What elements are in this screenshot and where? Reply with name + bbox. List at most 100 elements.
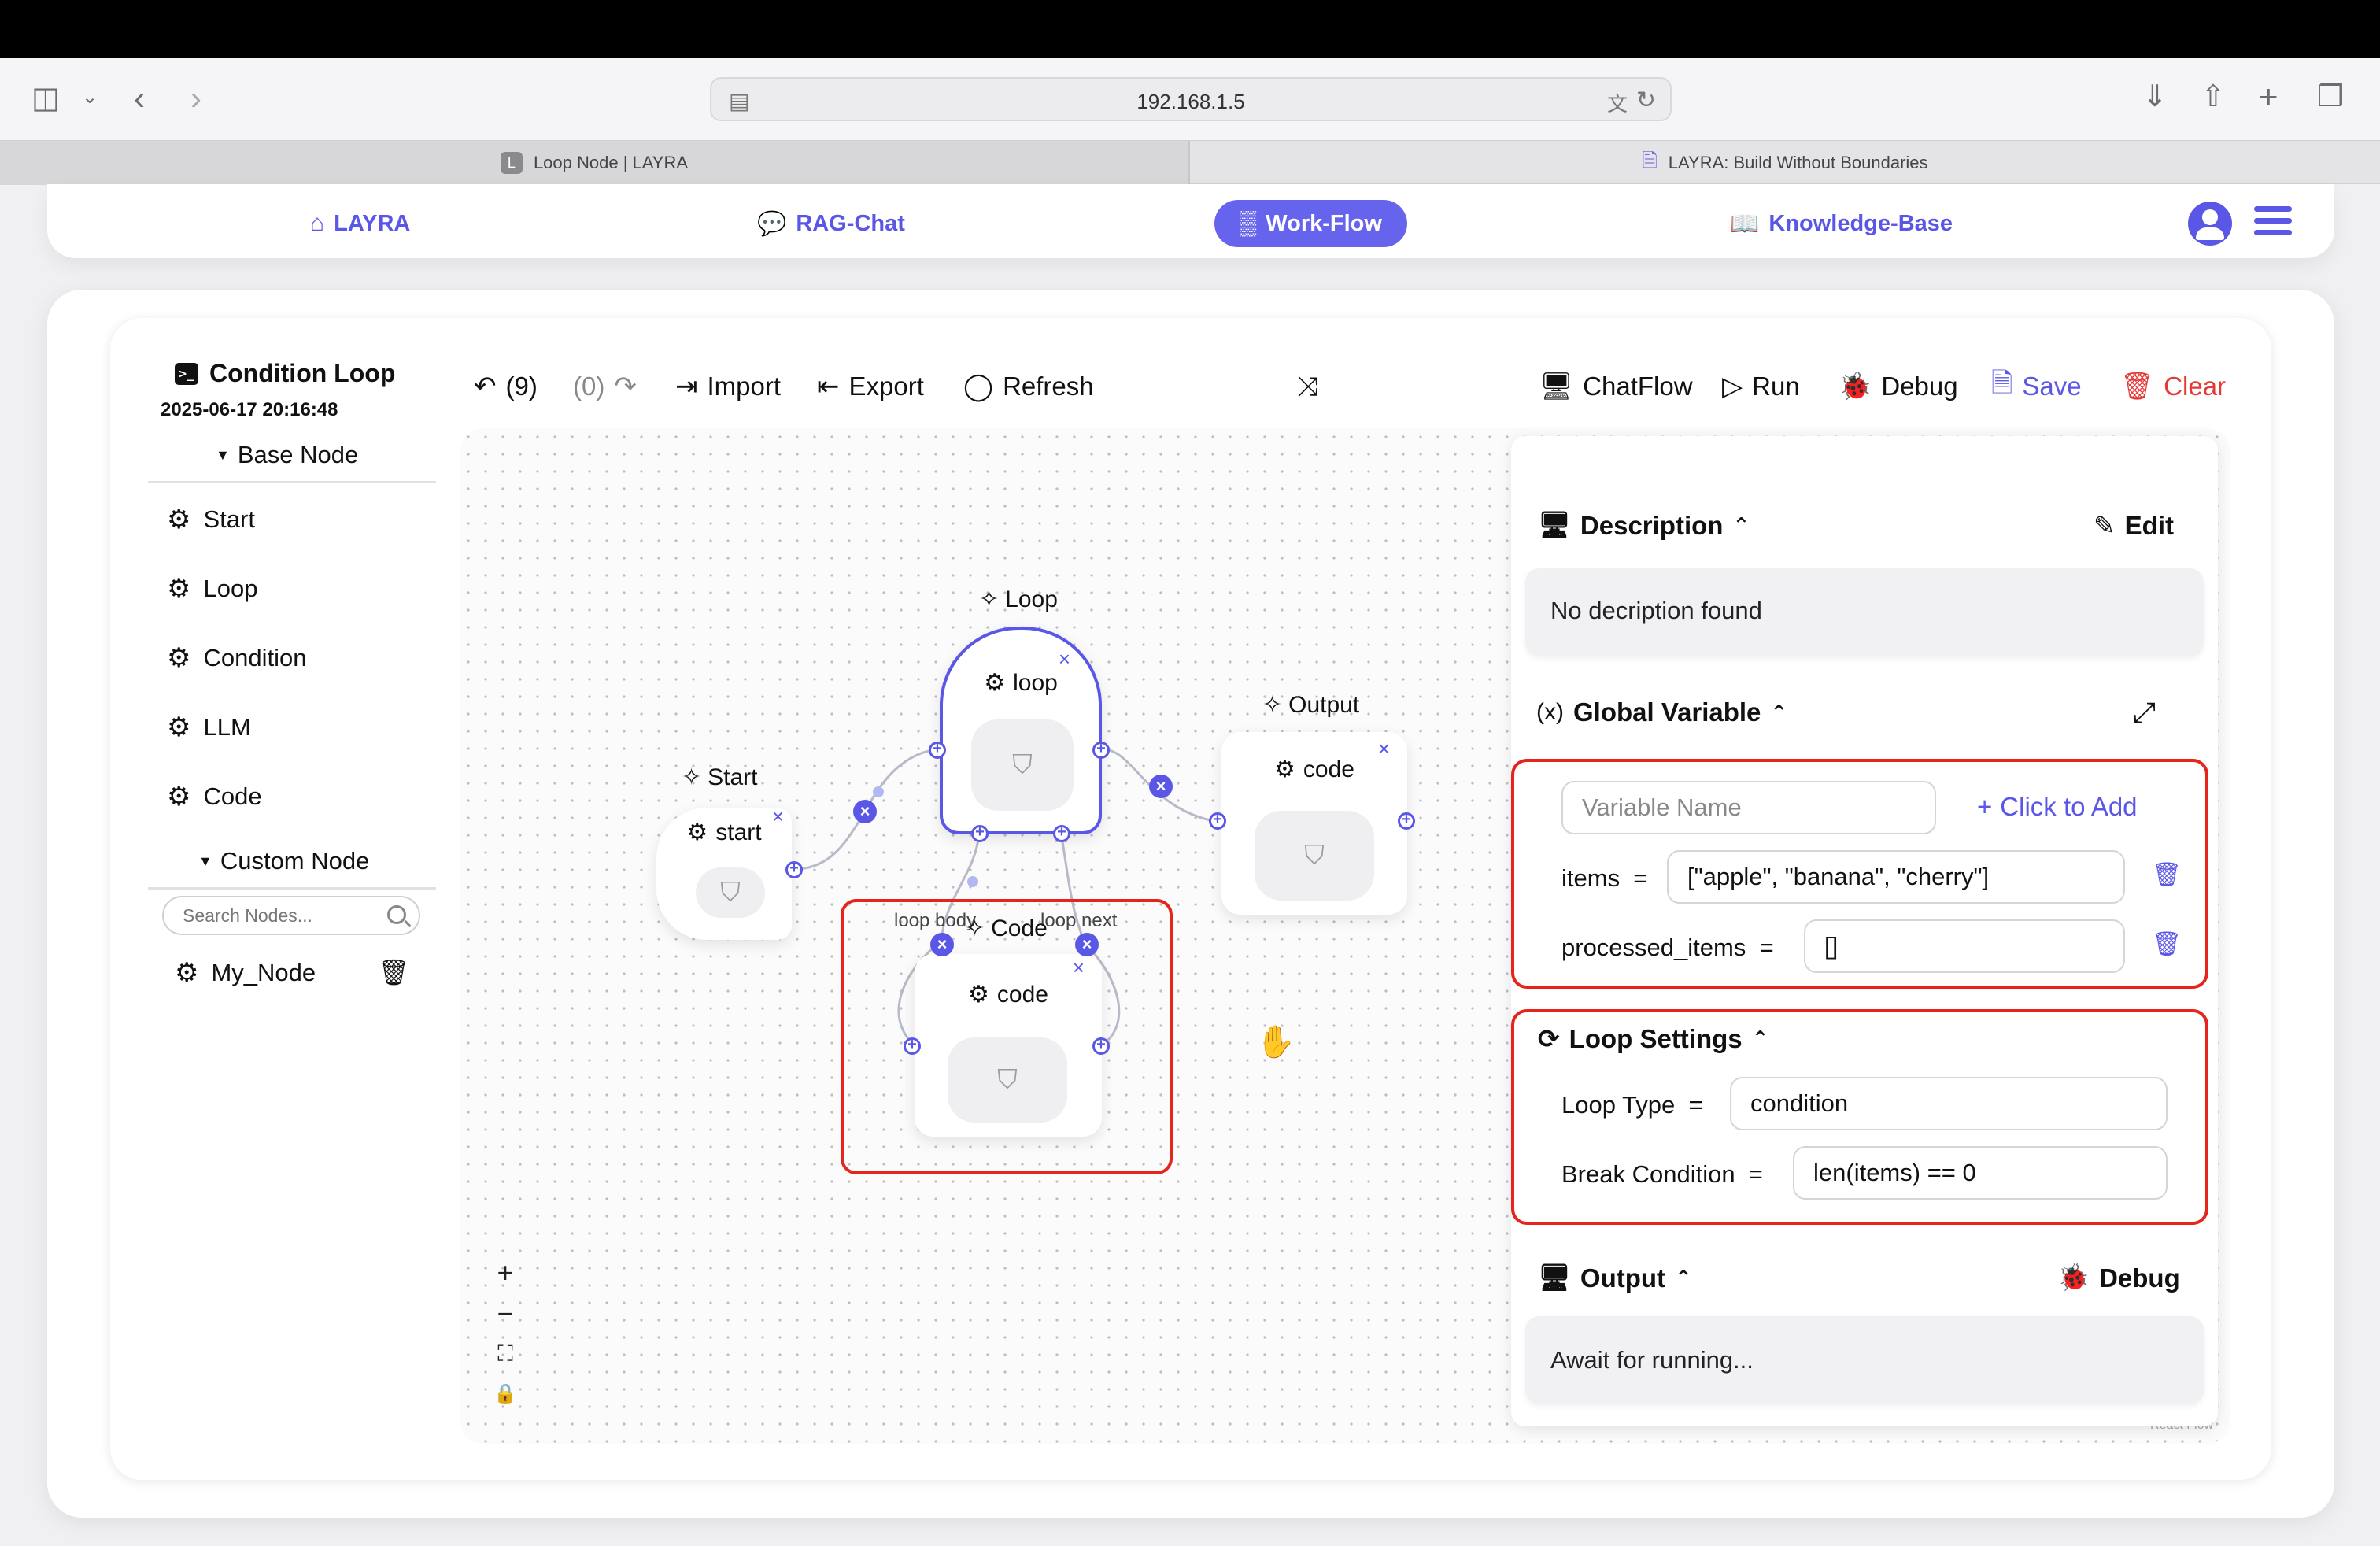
gear-icon: ⚙	[1274, 756, 1295, 782]
close-icon[interactable]: ×	[1073, 956, 1085, 980]
gear-icon: ⚙	[968, 982, 989, 1008]
variable-icon: (x)	[1536, 699, 1564, 725]
gear-icon: ⚙	[984, 670, 1006, 696]
code-input-handle[interactable]	[904, 1036, 921, 1055]
plus-icon: +	[1977, 792, 1993, 821]
bug-icon: 🐞	[2057, 1263, 2090, 1292]
chevron-up-icon: ⌃	[1732, 513, 1750, 537]
close-icon[interactable]: ×	[1059, 647, 1070, 671]
output-node[interactable]: ⚙ code ×	[1221, 732, 1407, 915]
edit-label: Edit	[2124, 510, 2174, 540]
delete-edge-icon[interactable]: ×	[853, 800, 877, 823]
close-icon[interactable]: ×	[772, 804, 784, 829]
description-box: No decription found	[1525, 568, 2204, 656]
section-title: Loop Settings	[1569, 1023, 1743, 1053]
break-condition-field[interactable]: len(items) == 0	[1793, 1146, 2168, 1200]
output-header[interactable]: 🖥 Output ⌃	[1538, 1263, 1692, 1293]
description-header[interactable]: 🖥 Description ⌃	[1538, 510, 1750, 541]
description-text: No decription found	[1550, 597, 1762, 624]
output-debug-button[interactable]: 🐞 Debug	[2057, 1263, 2180, 1293]
edit-button[interactable]: ✎ Edit	[2094, 510, 2174, 541]
shield-icon	[948, 1037, 1067, 1123]
node-type-label: Code	[991, 915, 1048, 941]
code-node[interactable]: ⚙ code ×	[915, 954, 1102, 1137]
variable-name-field[interactable]	[1561, 781, 1936, 834]
loop-input-handle[interactable]	[929, 740, 946, 759]
node-settings-panel: 🖥 Description ⌃ ✎ Edit No decription fou…	[1511, 436, 2218, 1426]
zoom-in-button[interactable]: +	[490, 1256, 521, 1289]
variable-value: ["apple", "banana", "cherry"]	[1687, 863, 1990, 890]
code-node-label: ✧ Code	[965, 915, 1048, 942]
loop-body-label: loop body	[894, 910, 977, 931]
gear-icon: ⚙	[686, 819, 708, 845]
loop-output-handle[interactable]	[1092, 740, 1110, 759]
global-variable-header[interactable]: (x) Global Variable ⌃	[1536, 697, 1787, 727]
loop-next-handle[interactable]	[1053, 823, 1070, 842]
sparkle-icon: ✧	[965, 915, 985, 941]
section-title: Output	[1580, 1263, 1666, 1293]
start-node[interactable]: ⚙ start ×	[656, 804, 792, 940]
edit-icon: ✎	[2094, 511, 2116, 540]
delete-edge-icon[interactable]: ×	[1149, 775, 1173, 798]
output-output-handle[interactable]	[1398, 811, 1415, 830]
shield-icon	[971, 719, 1074, 811]
sparkle-icon: ✧	[682, 764, 702, 790]
delete-edge-icon[interactable]: ×	[930, 933, 954, 956]
node-name: code	[996, 981, 1048, 1008]
monitor-icon: 🖥	[1538, 1263, 1571, 1292]
variable-name-label: processed_items =	[1561, 934, 1774, 961]
node-name: loop	[1013, 669, 1058, 696]
loop-type-value: condition	[1750, 1089, 1849, 1117]
loop-settings-header[interactable]: ⟳ Loop Settings ⌃	[1538, 1023, 1768, 1054]
zoom-out-button[interactable]: −	[490, 1297, 521, 1330]
expand-icon[interactable]: ⤢	[2133, 696, 2156, 730]
close-icon[interactable]: ×	[1378, 737, 1390, 761]
output-node-label: ✧ Output	[1262, 691, 1359, 719]
node-title: ⚙ code	[915, 981, 1102, 1008]
shield-icon	[696, 867, 765, 918]
variable-name-label: items =	[1561, 864, 1648, 892]
break-condition-label: Break Condition =	[1561, 1160, 1763, 1188]
loop-icon: ⟳	[1538, 1024, 1560, 1053]
section-title: Description	[1580, 510, 1724, 540]
shield-icon	[1255, 811, 1374, 901]
delete-variable-icon[interactable]: 🗑	[2152, 861, 2182, 889]
chevron-up-icon: ⌃	[1675, 1266, 1692, 1289]
node-type-label: Start	[708, 764, 758, 790]
variable-value-field[interactable]: []	[1804, 919, 2125, 973]
start-node-label: ✧ Start	[682, 764, 758, 791]
section-title: Global Variable	[1572, 697, 1761, 727]
fit-view-button[interactable]: ⛶	[490, 1341, 521, 1367]
debug-label: Debug	[2099, 1263, 2180, 1293]
add-variable-button[interactable]: + Click to Add	[1977, 792, 2138, 822]
variable-name-input[interactable]	[1582, 793, 1935, 822]
loop-type-label: Loop Type =	[1561, 1091, 1703, 1119]
sparkle-icon: ✧	[1262, 692, 1283, 718]
loop-node[interactable]: ⚙ loop ×	[940, 627, 1102, 834]
node-title: ⚙ loop	[943, 669, 1099, 697]
loop-node-label: ✧ Loop	[979, 586, 1058, 613]
chevron-up-icon: ⌃	[1770, 700, 1788, 724]
monitor-icon: 🖥	[1538, 510, 1571, 539]
sparkle-icon: ✧	[979, 586, 1000, 612]
node-name: code	[1303, 756, 1354, 782]
loop-body-handle[interactable]	[971, 823, 989, 842]
lock-button[interactable]: 🔒	[490, 1382, 521, 1405]
output-text: Await for running...	[1550, 1346, 1754, 1374]
edge-dot	[967, 876, 978, 887]
delete-edge-icon[interactable]: ×	[1075, 933, 1099, 956]
edge-dot	[873, 786, 884, 797]
code-output-handle[interactable]	[1092, 1036, 1110, 1055]
delete-variable-icon[interactable]: 🗑	[2152, 930, 2182, 958]
start-output-handle[interactable]	[785, 860, 803, 878]
node-type-label: Loop	[1005, 586, 1058, 612]
add-label: Click to Add	[2000, 792, 2138, 821]
output-input-handle[interactable]	[1209, 811, 1226, 830]
loop-next-label: loop next	[1040, 910, 1118, 931]
hand-cursor-icon: ✋	[1256, 1025, 1295, 1060]
variable-value-field[interactable]: ["apple", "banana", "cherry"]	[1667, 850, 2125, 904]
chevron-up-icon: ⌃	[1751, 1026, 1769, 1050]
loop-type-field[interactable]: condition	[1730, 1077, 2168, 1130]
output-box: Await for running...	[1525, 1316, 2204, 1404]
variable-value: []	[1824, 932, 1839, 960]
